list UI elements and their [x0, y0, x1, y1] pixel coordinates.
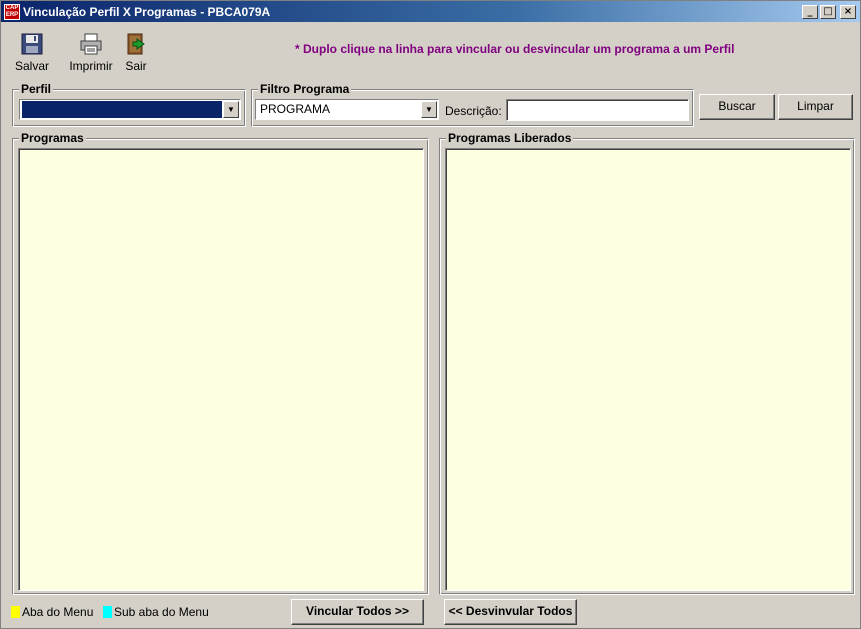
- perfil-selected-value: [22, 101, 222, 118]
- exit-button[interactable]: Sair: [122, 33, 150, 73]
- print-button[interactable]: Imprimir: [64, 33, 118, 73]
- chevron-down-icon[interactable]: ▼: [223, 101, 239, 118]
- link-all-button[interactable]: Vincular Todos >>: [291, 599, 424, 625]
- filter-type-select[interactable]: PROGRAMA ▼: [255, 99, 439, 120]
- print-label: Imprimir: [69, 59, 113, 73]
- programs-group-label: Programas: [19, 131, 86, 145]
- printer-icon: [80, 33, 102, 55]
- programs-list[interactable]: [18, 148, 424, 591]
- minimize-button[interactable]: _: [802, 4, 818, 19]
- perfil-select[interactable]: ▼: [19, 99, 241, 120]
- close-button[interactable]: ×: [840, 4, 856, 19]
- save-button[interactable]: Salvar: [13, 33, 51, 73]
- released-programs-group-label: Programas Liberados: [446, 131, 574, 145]
- floppy-disk-icon: [21, 33, 43, 55]
- main-window: CAP ERP Vinculação Perfil X Programas - P…: [0, 0, 861, 629]
- search-button[interactable]: Buscar: [699, 94, 775, 120]
- exit-door-icon: [127, 33, 145, 55]
- maximize-button[interactable]: □: [820, 4, 836, 19]
- unlink-all-button[interactable]: << Desvinvular Todos: [444, 599, 577, 625]
- window-title: Vinculação Perfil X Programas - PBCA079A: [23, 4, 271, 19]
- description-input[interactable]: [506, 99, 689, 121]
- legend-menu-tab: Aba do Menu: [11, 605, 93, 619]
- exit-label: Sair: [125, 59, 147, 73]
- clear-button[interactable]: Limpar: [778, 94, 853, 120]
- description-label: Descrição:: [445, 104, 502, 118]
- perfil-group-label: Perfil: [19, 82, 54, 96]
- usage-hint: * Duplo clique na linha para vincular ou…: [295, 42, 735, 56]
- sub-tab-swatch: [103, 606, 112, 618]
- filter-type-value: PROGRAMA: [260, 102, 331, 116]
- chevron-down-icon[interactable]: ▼: [421, 101, 437, 118]
- title-bar[interactable]: CAP ERP Vinculação Perfil X Programas - P…: [1, 1, 860, 22]
- filter-group-label: Filtro Programa: [258, 82, 352, 96]
- save-label: Salvar: [14, 59, 49, 73]
- legend-sub-tab: Sub aba do Menu: [103, 605, 209, 619]
- menu-tab-swatch: [11, 606, 20, 618]
- released-programs-list[interactable]: [445, 148, 851, 591]
- app-logo-icon: CAP ERP: [4, 3, 20, 20]
- sub-tab-legend-label: Sub aba do Menu: [114, 605, 209, 619]
- menu-tab-legend-label: Aba do Menu: [22, 605, 94, 619]
